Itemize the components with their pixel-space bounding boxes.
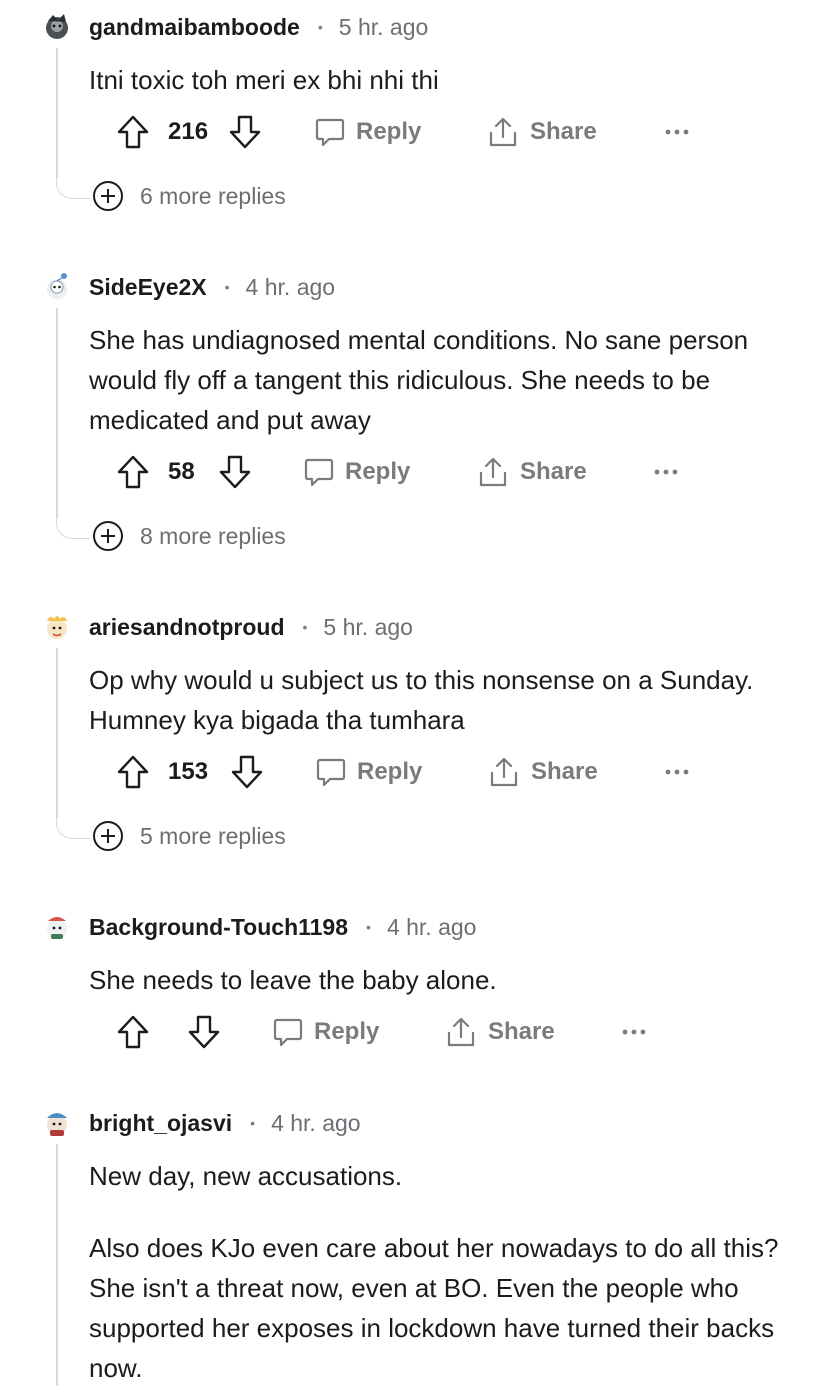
separator-dot: • [250, 1115, 256, 1131]
reply-icon [314, 116, 346, 148]
share-button[interactable]: Share [487, 752, 598, 792]
user-avatar[interactable] [42, 912, 72, 942]
share-label: Share [488, 1018, 555, 1045]
timestamp: 4 hr. ago [245, 273, 336, 300]
comment-meta: ariesandnotproud • 5 hr. ago [89, 610, 413, 644]
thread-line[interactable] [56, 48, 58, 178]
share-button[interactable]: Share [486, 112, 597, 152]
more-options-icon[interactable] [653, 452, 679, 492]
timestamp: 5 hr. ago [323, 613, 413, 640]
more-replies-label: 6 more replies [140, 182, 286, 209]
more-replies-button[interactable]: 8 more replies [92, 519, 286, 553]
thread-connector [56, 818, 91, 839]
share-icon [444, 1015, 478, 1049]
share-label: Share [531, 758, 598, 785]
reply-label: Reply [356, 118, 422, 145]
upvote-icon[interactable] [116, 1012, 150, 1052]
share-button[interactable]: Share [444, 1012, 555, 1052]
share-icon [476, 455, 510, 489]
thread-line[interactable] [56, 1144, 58, 1386]
comment-body: Op why would u subject us to this nonsen… [89, 660, 799, 740]
comment-meta: bright_ojasvi • 4 hr. ago [89, 1106, 361, 1140]
comment-paragraph: New day, new accusations. [89, 1161, 403, 1191]
timestamp: 4 hr. ago [271, 1109, 361, 1136]
reply-button[interactable]: Reply [303, 452, 410, 492]
downvote-icon[interactable] [218, 452, 252, 492]
thread-connector [56, 518, 91, 539]
user-avatar[interactable] [42, 1108, 72, 1138]
comment-body: New day, new accusations. Also does KJo … [89, 1156, 799, 1388]
comment-paragraph: Also does KJo even care about her nowada… [89, 1233, 779, 1383]
username[interactable]: Background-Touch1198 [89, 914, 348, 941]
expand-plus-icon [92, 520, 124, 552]
thread-connector [56, 178, 91, 199]
username[interactable]: gandmaibamboode [89, 14, 300, 41]
comment-meta: gandmaibamboode • 5 hr. ago [89, 10, 428, 44]
comment-paragraph: Itni toxic toh meri ex bhi nhi thi [89, 65, 439, 95]
share-button[interactable]: Share [476, 452, 587, 492]
username[interactable]: ariesandnotproud [89, 614, 285, 641]
comment-paragraph: She has undiagnosed mental conditions. N… [89, 325, 749, 435]
user-avatar[interactable] [42, 612, 72, 642]
more-replies-label: 8 more replies [140, 522, 286, 549]
reply-label: Reply [314, 1018, 380, 1045]
timestamp: 4 hr. ago [386, 913, 477, 940]
timestamp: 5 hr. ago [338, 13, 429, 40]
reply-label: Reply [345, 458, 411, 485]
reply-button[interactable]: Reply [272, 1012, 379, 1052]
share-label: Share [530, 118, 597, 145]
thread-line[interactable] [56, 308, 58, 518]
upvote-icon[interactable] [116, 452, 150, 492]
share-icon [487, 755, 521, 789]
reply-button[interactable]: Reply [315, 752, 422, 792]
downvote-icon[interactable] [230, 752, 264, 792]
vote-count: 153 [168, 758, 209, 785]
more-replies-button[interactable]: 6 more replies [92, 179, 286, 213]
comment-paragraph: She needs to leave the baby alone. [89, 965, 497, 995]
reply-label: Reply [357, 758, 423, 785]
vote-count: 58 [168, 458, 195, 485]
separator-dot: • [317, 19, 323, 35]
comment-body: She needs to leave the baby alone. [89, 960, 799, 1000]
comment-meta: Background-Touch1198 • 4 hr. ago [89, 910, 476, 944]
comment-body: Itni toxic toh meri ex bhi nhi thi [89, 60, 799, 100]
reply-icon [272, 1016, 304, 1048]
user-avatar[interactable] [42, 272, 72, 302]
vote-count: 216 [168, 118, 209, 145]
username[interactable]: SideEye2X [89, 274, 207, 301]
separator-dot: • [302, 619, 308, 635]
reply-button[interactable]: Reply [314, 112, 421, 152]
comment-body: She has undiagnosed mental conditions. N… [89, 320, 799, 440]
upvote-icon[interactable] [116, 112, 150, 152]
more-options-icon[interactable] [664, 112, 690, 152]
more-replies-label: 5 more replies [140, 822, 286, 849]
username[interactable]: bright_ojasvi [89, 1110, 232, 1137]
expand-plus-icon [92, 820, 124, 852]
reply-icon [303, 456, 335, 488]
more-options-icon[interactable] [664, 752, 690, 792]
share-label: Share [520, 458, 587, 485]
expand-plus-icon [92, 180, 124, 212]
separator-dot: • [366, 919, 371, 935]
comment-meta: SideEye2X • 4 hr. ago [89, 270, 335, 304]
comment-paragraph: Op why would u subject us to this nonsen… [89, 665, 754, 735]
more-options-icon[interactable] [621, 1012, 647, 1052]
separator-dot: • [224, 279, 230, 295]
reply-icon [315, 756, 347, 788]
share-icon [486, 115, 520, 149]
downvote-icon[interactable] [187, 1012, 221, 1052]
downvote-icon[interactable] [228, 112, 262, 152]
more-replies-button[interactable]: 5 more replies [92, 819, 286, 853]
user-avatar[interactable] [42, 12, 72, 42]
upvote-icon[interactable] [116, 752, 150, 792]
thread-line[interactable] [56, 648, 58, 818]
